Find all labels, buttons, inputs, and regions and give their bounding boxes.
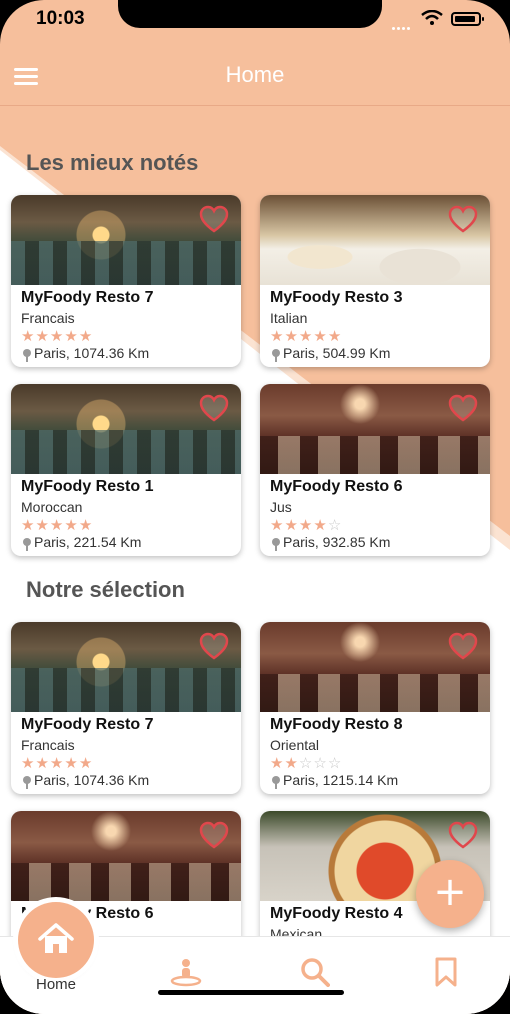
pin-icon [23, 349, 31, 362]
heart-icon[interactable] [199, 394, 229, 422]
restaurant-cuisine: Moroccan [21, 499, 83, 515]
person-map-icon[interactable] [170, 957, 202, 987]
restaurant-card[interactable]: MyFoody Resto 7 Francais ★★★★★ Paris, 1074.… [11, 622, 241, 794]
app-header: Home [0, 48, 510, 106]
restaurant-name: MyFoody Resto 6 [270, 478, 403, 495]
restaurant-name: MyFoody Resto 7 [21, 289, 154, 306]
section-title-selection: Notre sélection [26, 577, 185, 602]
restaurant-location: Paris, 932.85 Km [272, 534, 391, 551]
pin-icon [23, 538, 31, 551]
home-icon [38, 923, 74, 953]
heart-icon[interactable] [448, 394, 478, 422]
location-text: Paris, 932.85 Km [283, 534, 391, 550]
rating-stars: ★★☆☆☆ [270, 755, 343, 772]
status-time: 10:03 [36, 8, 85, 29]
restaurant-card[interactable]: MyFoody Resto 3 Italian ★★★★★ Paris, 504.99… [260, 195, 490, 367]
notch [118, 0, 382, 28]
restaurant-cuisine: Oriental [270, 737, 320, 753]
status-bar: 10:03 [0, 0, 510, 40]
restaurant-cuisine: Francais [21, 310, 75, 326]
restaurant-card[interactable]: MyFoody Resto 1 Moroccan ★★★★★ Paris, 221.5… [11, 384, 241, 556]
signal-icon [392, 17, 414, 30]
restaurant-cuisine: Francais [21, 737, 75, 753]
wifi-icon [421, 10, 443, 25]
restaurant-location: Paris, 1074.36 Km [23, 345, 150, 362]
heart-icon[interactable] [448, 821, 478, 849]
heart-icon[interactable] [199, 632, 229, 660]
restaurant-name: MyFoody Resto 7 [21, 716, 154, 733]
pin-icon [23, 776, 31, 789]
rating-stars: ★★★★★ [270, 328, 343, 345]
phone-screen: 10:03 Home Les mieux notés Notre sélecti… [0, 0, 510, 1014]
pin-icon [272, 538, 280, 551]
restaurant-card[interactable]: MyFoody Resto 6 Jus ★★★★☆ Paris, 932.85 Km [260, 384, 490, 556]
restaurant-name: MyFoody Resto 8 [270, 716, 403, 733]
restaurant-location: Paris, 504.99 Km [272, 345, 391, 362]
heart-icon[interactable] [448, 632, 478, 660]
restaurant-name: MyFoody Resto 3 [270, 289, 403, 306]
heart-icon[interactable] [448, 205, 478, 233]
heart-icon[interactable] [199, 205, 229, 233]
pin-icon [272, 776, 280, 789]
rating-stars: ★★★★★ [21, 755, 94, 772]
restaurant-location: Paris, 221.54 Km [23, 534, 142, 551]
page-title: Home [225, 62, 285, 87]
location-text: Paris, 504.99 Km [283, 345, 391, 361]
heart-icon[interactable] [199, 821, 229, 849]
section-title-top-rated: Les mieux notés [26, 150, 199, 175]
rating-stars: ★★★★☆ [270, 517, 343, 534]
restaurant-location: Paris, 1074.36 Km [23, 772, 150, 789]
location-text: Paris, 1074.36 Km [34, 772, 150, 788]
bookmark-icon[interactable] [434, 957, 458, 987]
location-text: Paris, 221.54 Km [34, 534, 142, 550]
location-text: Paris, 1074.36 Km [34, 345, 150, 361]
restaurant-cuisine: Italian [270, 310, 308, 326]
home-indicator [158, 990, 344, 995]
battery-icon [451, 12, 484, 26]
restaurant-cuisine: Jus [270, 499, 292, 515]
restaurant-card[interactable]: MyFoody Resto 8 Oriental ★★☆☆☆ Paris, 1215.… [260, 622, 490, 794]
add-button[interactable]: + [416, 860, 484, 928]
rating-stars: ★★★★★ [21, 517, 94, 534]
location-text: Paris, 1215.14 Km [283, 772, 399, 788]
restaurant-name: MyFoody Resto 4 [270, 905, 403, 922]
tab-home[interactable] [18, 902, 94, 978]
search-icon[interactable] [300, 957, 330, 987]
rating-stars: ★★★★★ [21, 328, 94, 345]
restaurant-location: Paris, 1215.14 Km [272, 772, 399, 789]
restaurant-card[interactable]: MyFoody Resto 7 Francais ★★★★★ Paris, 1074.… [11, 195, 241, 367]
tab-home-label: Home [35, 976, 76, 993]
pin-icon [272, 349, 280, 362]
restaurant-name: MyFoody Resto 1 [21, 478, 154, 495]
